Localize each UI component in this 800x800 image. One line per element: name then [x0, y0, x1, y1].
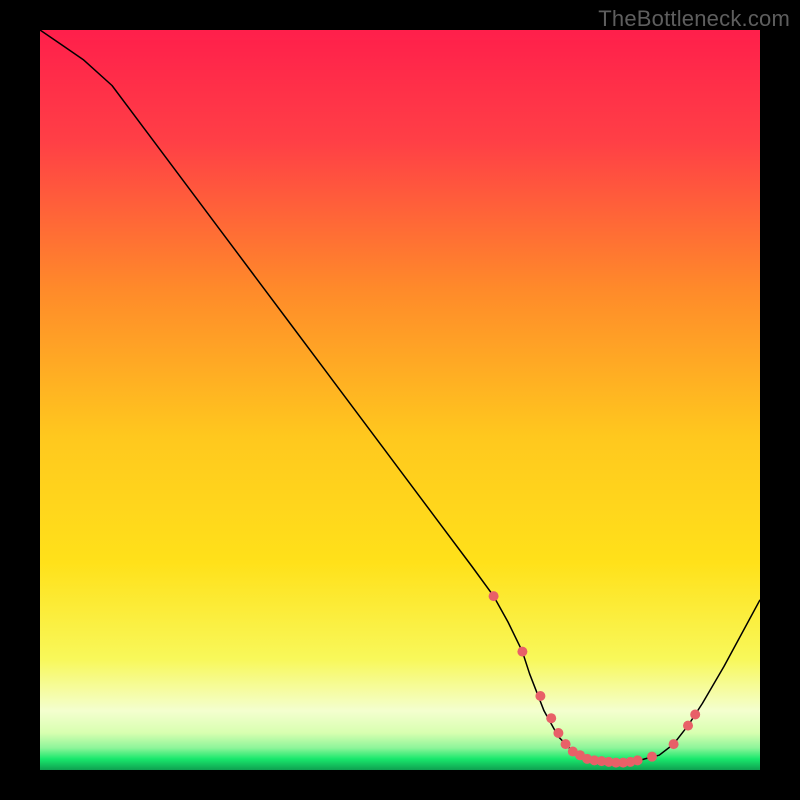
- chart-frame: TheBottleneck.com: [0, 0, 800, 800]
- marker-dot: [517, 647, 527, 657]
- marker-dot: [546, 713, 556, 723]
- marker-dot: [489, 591, 499, 601]
- marker-dot: [535, 691, 545, 701]
- marker-dot: [633, 755, 643, 765]
- chart-svg: [40, 30, 760, 770]
- marker-dot: [683, 721, 693, 731]
- watermark-text: TheBottleneck.com: [598, 6, 790, 32]
- marker-dot: [669, 739, 679, 749]
- gradient-background: [40, 30, 760, 770]
- marker-dot: [553, 728, 563, 738]
- plot-area: [40, 30, 760, 770]
- marker-dot: [647, 752, 657, 762]
- marker-dot: [561, 739, 571, 749]
- marker-dot: [690, 710, 700, 720]
